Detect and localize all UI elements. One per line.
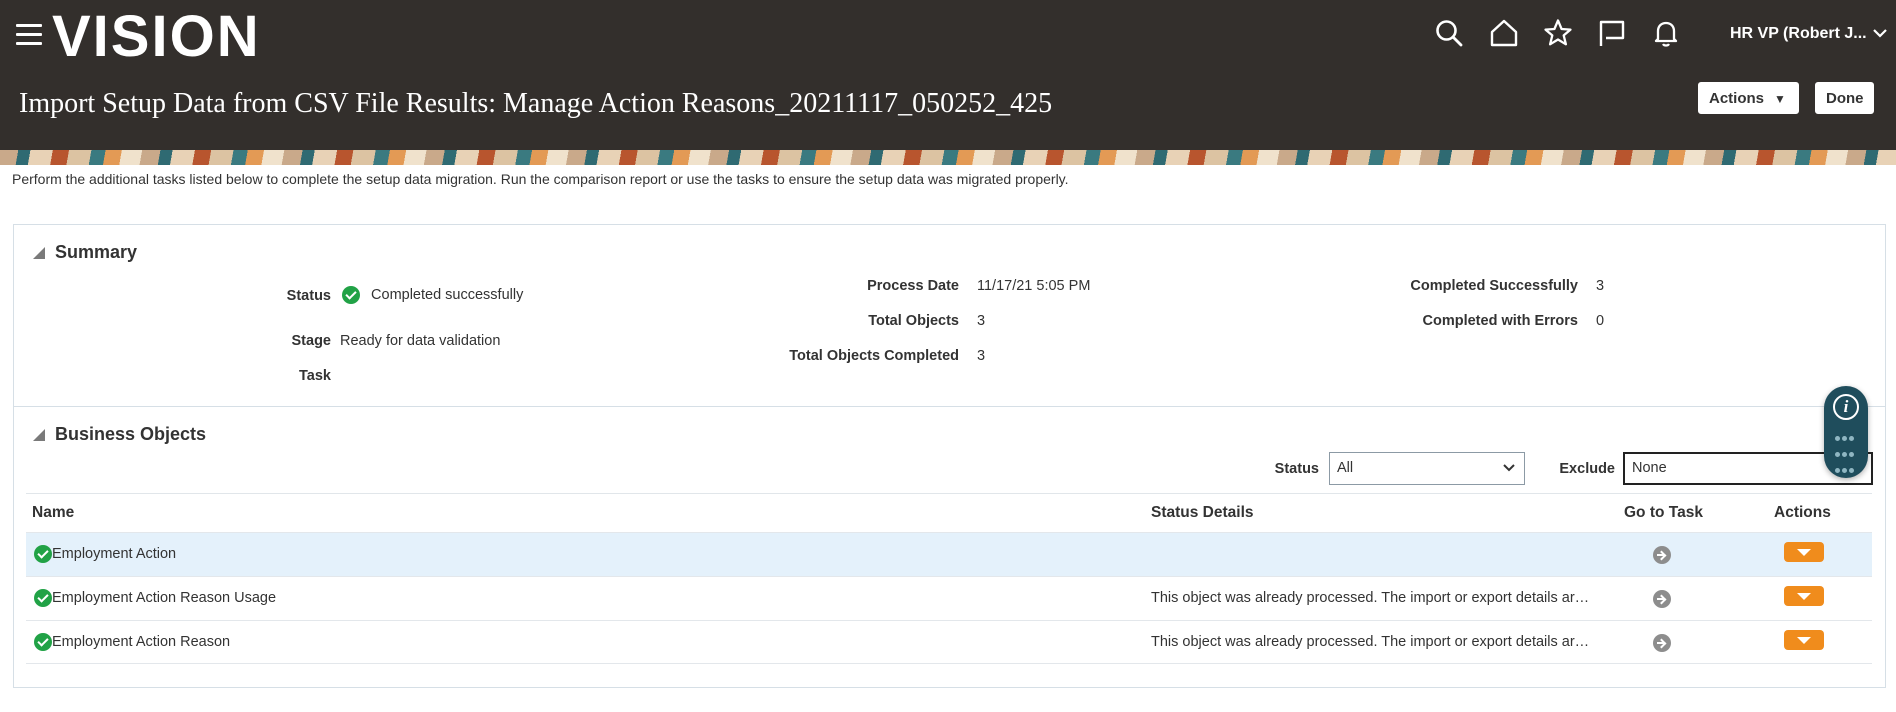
column-header-name[interactable]: Name [32, 504, 74, 522]
user-name: HR VP (Robert J... [1730, 25, 1867, 42]
row-name: Employment Action [52, 545, 177, 562]
table-row[interactable]: Employment Action Reason Usage This obje… [26, 576, 1872, 620]
drag-handle-icon[interactable] [1835, 431, 1859, 479]
success-check-icon [34, 589, 52, 607]
row-status-details: This object was already processed. The i… [1151, 634, 1593, 650]
floating-help-widget[interactable]: i [1824, 386, 1868, 478]
status-label: Status [286, 288, 331, 304]
row-status-details: This object was already processed. The i… [1151, 590, 1593, 606]
row-name: Employment Action Reason [52, 633, 231, 650]
status-filter-label: Status [1274, 461, 1319, 477]
info-icon[interactable]: i [1833, 394, 1859, 420]
status-filter-select[interactable]: All [1329, 452, 1525, 485]
row-actions-dropdown-button[interactable] [1784, 542, 1824, 562]
section-divider [13, 406, 1886, 407]
actions-menu-button[interactable]: Actions ▼ [1698, 82, 1799, 114]
total-objects-value: 3 [977, 313, 986, 329]
go-to-task-arrow-icon[interactable] [1653, 546, 1671, 564]
star-icon[interactable] [1543, 18, 1573, 48]
go-to-task-arrow-icon[interactable] [1653, 634, 1671, 652]
chevron-down-icon [1872, 25, 1887, 43]
row-name-cell: Employment Action [34, 545, 176, 563]
column-header-actions[interactable]: Actions [1774, 504, 1831, 522]
row-name: Employment Action Reason Usage [52, 589, 277, 606]
bell-icon[interactable] [1651, 18, 1681, 48]
collapse-triangle-icon [33, 247, 45, 259]
intro-text: Perform the additional tasks listed belo… [12, 171, 1069, 187]
actions-menu-label: Actions [1709, 90, 1765, 107]
completed-successfully-value: 3 [1596, 278, 1605, 294]
exclude-filter-label: Exclude [1559, 461, 1615, 477]
completed-errors-label: Completed with Errors [1422, 313, 1579, 329]
business-objects-title: Business Objects [55, 424, 207, 444]
menu-icon[interactable] [16, 24, 42, 46]
status-filter-value: All [1337, 460, 1354, 476]
total-objects-label: Total Objects [868, 313, 959, 329]
done-button[interactable]: Done [1815, 82, 1874, 114]
chevron-down-icon [1502, 453, 1516, 495]
stage-value: Ready for data validation [340, 333, 501, 349]
success-check-icon [34, 633, 52, 651]
status-text: Completed successfully [371, 286, 524, 303]
task-label: Task [299, 368, 331, 384]
decorative-banner [0, 150, 1896, 165]
table-row[interactable]: Employment Action Reason This object was… [26, 620, 1872, 664]
vision-logo[interactable]: VISION [52, 6, 261, 68]
status-value: Completed successfully [342, 286, 523, 304]
search-icon[interactable] [1434, 18, 1464, 48]
summary-section-toggle[interactable]: Summary [33, 242, 137, 263]
success-check-icon [342, 286, 360, 304]
completed-errors-value: 0 [1596, 313, 1605, 329]
user-menu[interactable]: HR VP (Robert J... [1730, 25, 1887, 43]
caret-down-icon: ▼ [1774, 92, 1786, 106]
success-check-icon [34, 545, 52, 563]
table-row[interactable]: Employment Action [26, 532, 1872, 576]
flag-icon[interactable] [1597, 18, 1627, 48]
page-title: Import Setup Data from CSV File Results:… [19, 88, 1053, 119]
row-actions-dropdown-button[interactable] [1784, 630, 1824, 650]
go-to-task-arrow-icon[interactable] [1653, 590, 1671, 608]
process-date-value: 11/17/21 5:05 PM [977, 278, 1091, 294]
global-header: VISION HR VP (Robert J... Import Setup D… [0, 0, 1896, 150]
row-name-cell: Employment Action Reason [34, 633, 230, 651]
completed-successfully-label: Completed Successfully [1410, 278, 1578, 294]
table-header: Name Status Details Go to Task Actions [26, 493, 1872, 533]
total-completed-label: Total Objects Completed [789, 348, 959, 364]
collapse-triangle-icon [33, 429, 45, 441]
process-date-label: Process Date [867, 278, 959, 294]
stage-label: Stage [291, 333, 332, 349]
business-objects-section-toggle[interactable]: Business Objects [33, 424, 206, 445]
total-completed-value: 3 [977, 348, 986, 364]
row-name-cell: Employment Action Reason Usage [34, 589, 276, 607]
column-header-status-details[interactable]: Status Details [1151, 504, 1254, 522]
table-bottom-border [26, 663, 1872, 664]
row-actions-dropdown-button[interactable] [1784, 586, 1824, 606]
home-icon[interactable] [1489, 18, 1519, 48]
exclude-filter-value: None [1632, 460, 1667, 476]
summary-title: Summary [55, 242, 138, 262]
column-header-go-to-task[interactable]: Go to Task [1624, 504, 1703, 522]
